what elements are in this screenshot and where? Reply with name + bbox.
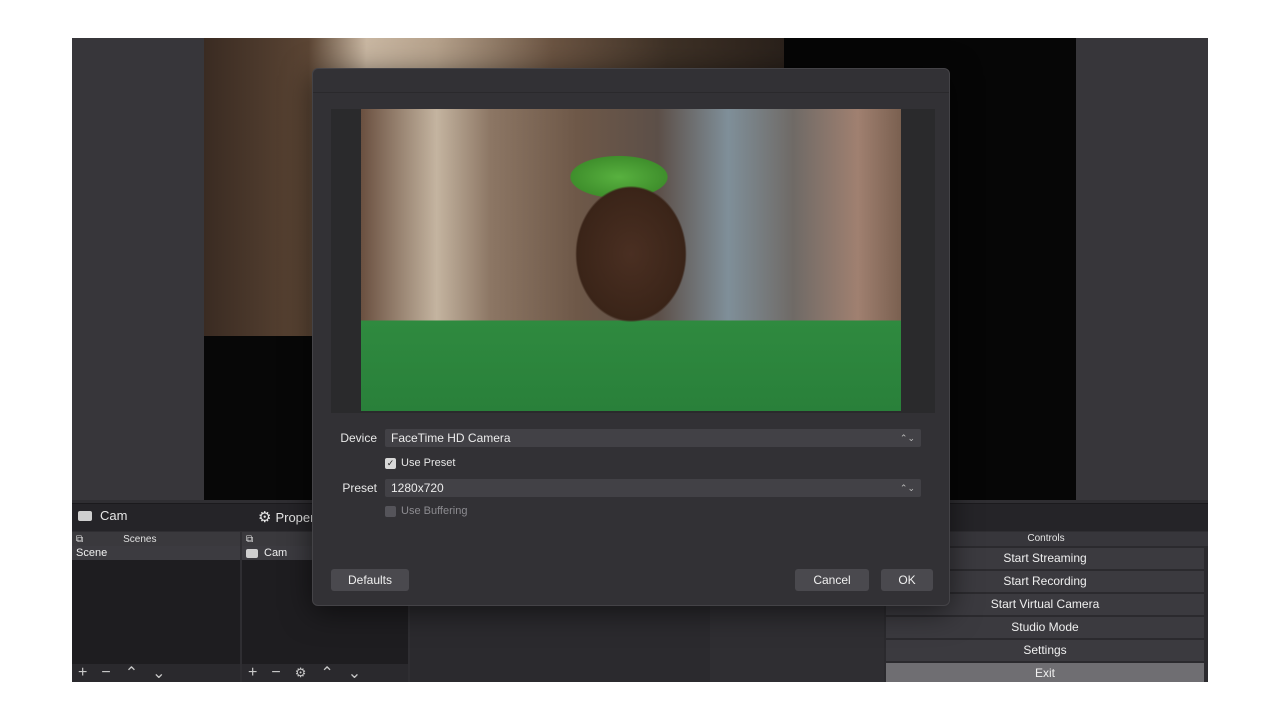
preset-value: 1280x720 [391, 481, 444, 495]
remove-source-button[interactable]: − [271, 664, 280, 682]
preset-label: Preset [342, 481, 377, 495]
camera-feed-image [361, 109, 901, 411]
checkbox-empty-icon [385, 505, 396, 517]
studio-mode-button[interactable]: Studio Mode [886, 617, 1204, 638]
use-buffering-label: Use Buffering [401, 505, 468, 517]
scene-item[interactable]: Scene [72, 546, 240, 560]
use-preset-checkbox[interactable]: ✓ Use Preset [385, 457, 455, 469]
exit-button[interactable]: Exit [886, 663, 1204, 682]
properties-dialog: Device FaceTime HD Camera ⌃⌄ ✓ Use Prese… [312, 68, 950, 606]
scenes-header-label: Scenes [123, 533, 157, 545]
move-source-up-button[interactable]: ⌃ [320, 663, 333, 682]
camera-icon [246, 548, 258, 558]
use-buffering-checkbox[interactable]: Use Buffering [385, 505, 467, 517]
dock-icon: ⧉ [76, 533, 84, 545]
ok-button[interactable]: OK [881, 569, 933, 591]
scenes-toolbar: + − ⌃ ⌄ [72, 664, 240, 682]
gear-icon: ⚙ [258, 509, 272, 526]
defaults-button[interactable]: Defaults [331, 569, 409, 591]
dock-icon: ⧉ [246, 533, 254, 545]
device-row: Device FaceTime HD Camera ⌃⌄ [333, 429, 921, 447]
scenes-panel: ⧉ Scenes Scene + − ⌃ ⌄ [72, 532, 240, 682]
sources-toolbar: + − ⚙ ⌃ ⌄ [242, 664, 408, 682]
add-scene-button[interactable]: + [78, 664, 87, 682]
device-label: Device [340, 431, 377, 445]
preset-select[interactable]: 1280x720 ⌃⌄ [385, 479, 921, 497]
device-value: FaceTime HD Camera [391, 431, 511, 445]
use-preset-label: Use Preset [401, 457, 456, 469]
source-item-label: Cam [264, 547, 288, 559]
cancel-button[interactable]: Cancel [795, 569, 869, 591]
move-source-down-button[interactable]: ⌄ [348, 663, 361, 682]
chevron-updown-icon: ⌃⌄ [899, 432, 915, 443]
dialog-titlebar[interactable] [313, 69, 949, 93]
properties-button[interactable]: ⚙ Proper [258, 508, 314, 526]
gear-icon[interactable]: ⚙ [295, 665, 307, 681]
source-title-label: Cam [100, 508, 128, 523]
device-select[interactable]: FaceTime HD Camera ⌃⌄ [385, 429, 921, 447]
remove-scene-button[interactable]: − [101, 664, 110, 682]
settings-button[interactable]: Settings [886, 640, 1204, 661]
scenes-header: ⧉ Scenes [72, 532, 240, 546]
use-buffering-row: Use Buffering [385, 505, 467, 517]
dialog-preview [331, 109, 935, 413]
chevron-updown-icon: ⌃⌄ [899, 482, 915, 493]
preset-row: Preset 1280x720 ⌃⌄ [333, 479, 921, 497]
properties-label: Proper [275, 509, 315, 525]
source-title: Cam [78, 508, 127, 523]
use-preset-row: ✓ Use Preset [385, 457, 455, 469]
camera-icon [78, 510, 92, 521]
scene-item-label: Scene [76, 547, 108, 559]
move-scene-up-button[interactable]: ⌃ [125, 663, 138, 682]
add-source-button[interactable]: + [248, 664, 257, 682]
checkmark-icon: ✓ [385, 457, 396, 469]
move-scene-down-button[interactable]: ⌄ [152, 663, 165, 682]
